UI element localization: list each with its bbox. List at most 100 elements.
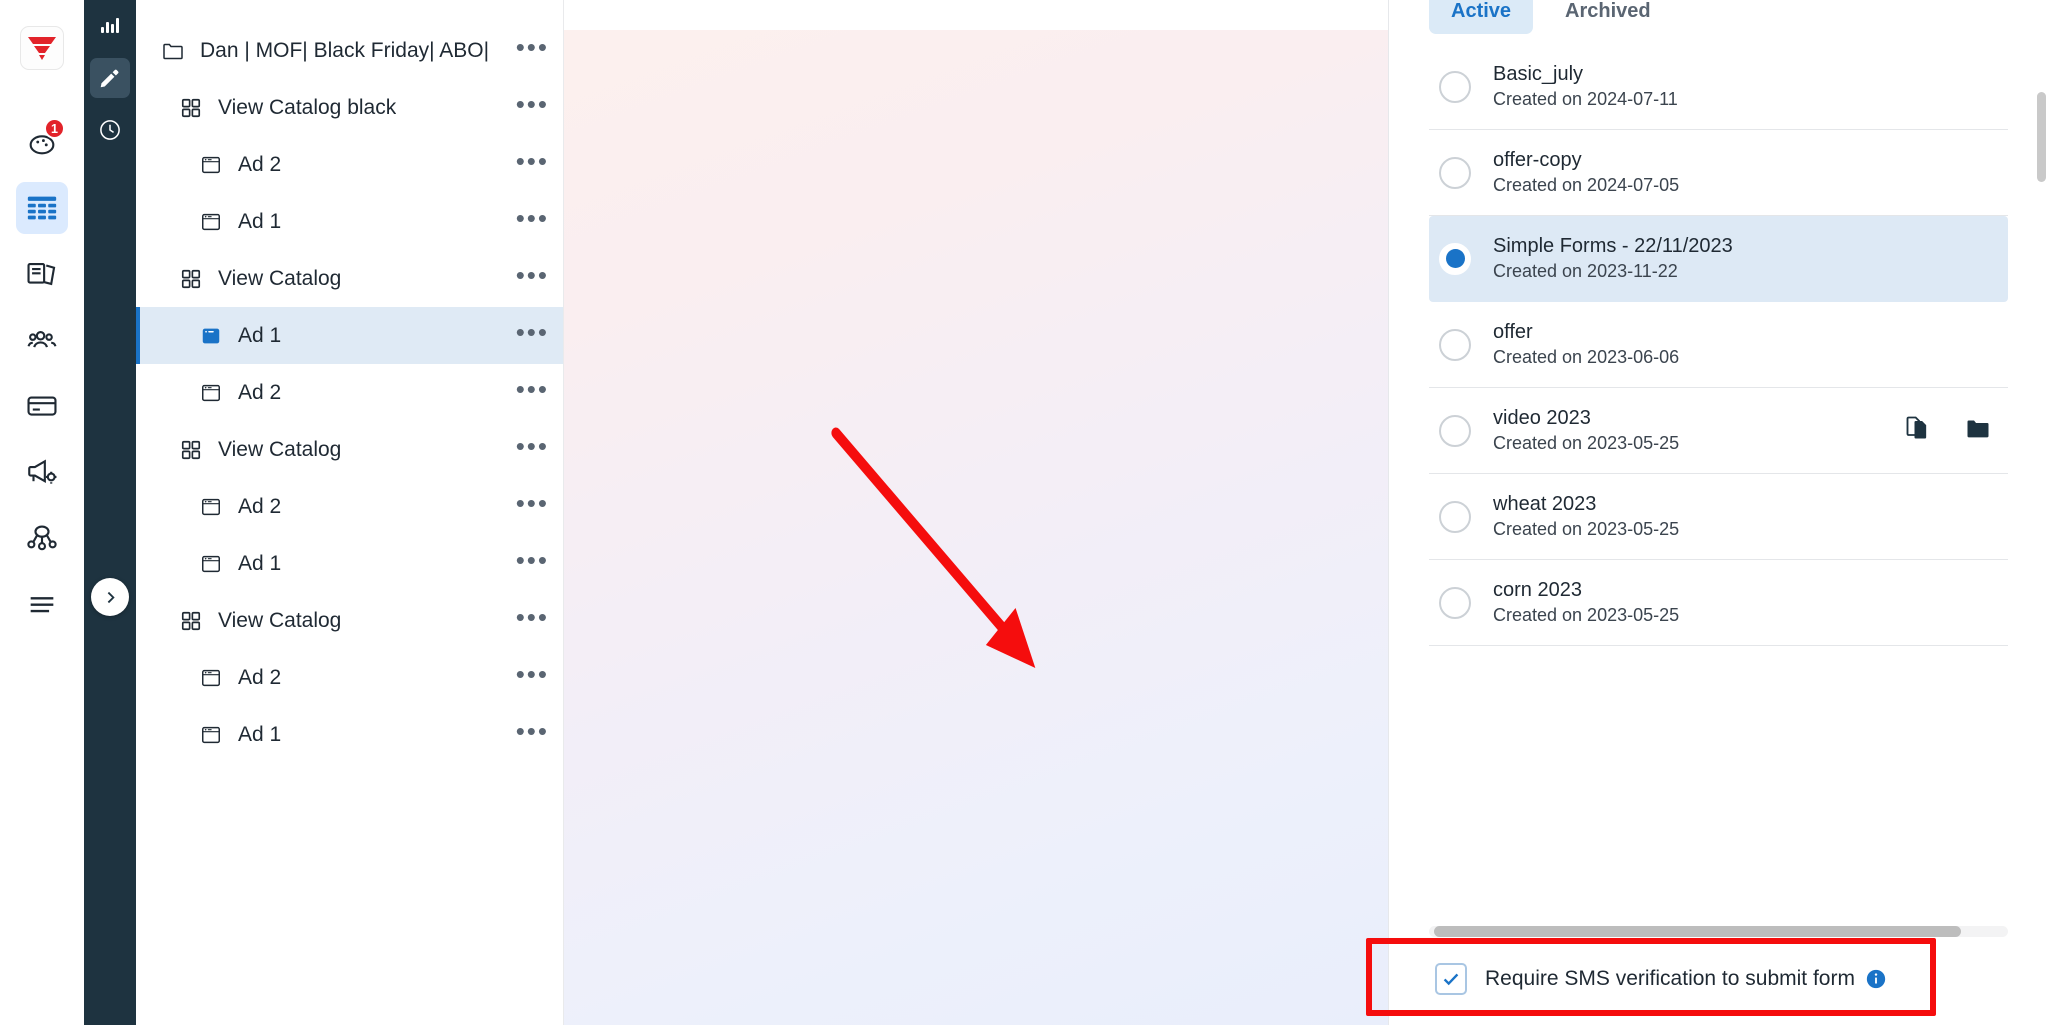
form-list-item[interactable]: offer-copy Created on 2024-07-05 — [1429, 130, 2008, 216]
tree-row-view-catalog[interactable]: View Catalog ••• — [136, 250, 563, 307]
tree-row-menu-button[interactable]: ••• — [516, 91, 549, 117]
tree-row-ad-1[interactable]: Ad 1 ••• — [136, 193, 563, 250]
clock-history-icon — [100, 120, 120, 140]
form-radio-button[interactable] — [1439, 328, 1471, 361]
stats-bars-icon — [101, 18, 119, 33]
sidebar-item-pages[interactable] — [16, 248, 68, 300]
checkmark-icon — [1443, 973, 1459, 986]
tree-row-label: View Catalog — [218, 608, 342, 632]
sidebar-item-contacts[interactable] — [16, 314, 68, 366]
form-radio-button[interactable] — [1439, 414, 1471, 447]
notification-badge: 1 — [44, 118, 65, 139]
tree-row-ad-2[interactable]: Ad 2 ••• — [136, 364, 563, 421]
tree-row-menu-button[interactable]: ••• — [516, 718, 549, 744]
sidebar-item-palette[interactable]: 1 — [16, 116, 68, 168]
tree-row-menu-button[interactable]: ••• — [516, 262, 549, 288]
tree-row-view-catalog-black[interactable]: View Catalog black ••• — [136, 79, 563, 136]
tree-row-label: Ad 1 — [238, 323, 282, 347]
form-radio-button[interactable] — [1439, 156, 1471, 189]
dark-rail-item-edit[interactable] — [90, 58, 130, 98]
form-list-item[interactable]: corn 2023 Created on 2023-05-25 — [1429, 560, 2008, 646]
grid-squares-icon — [181, 440, 201, 459]
dark-rail-item-history[interactable] — [90, 110, 130, 150]
sidebar-item-campaigns[interactable] — [16, 446, 68, 498]
window-icon — [198, 667, 224, 689]
form-radio-button[interactable] — [1439, 500, 1471, 533]
forms-side-panel: Active Archived Basic_july Created on 2024… — [1388, 0, 2048, 1025]
duplicate-form-button[interactable] — [1904, 414, 1932, 447]
form-list-item[interactable]: wheat 2023 Created on 2023-05-25 — [1429, 474, 2008, 560]
tree-row-menu-button[interactable]: ••• — [516, 205, 549, 231]
form-radio-button[interactable] — [1439, 242, 1471, 275]
tree-row-menu-button[interactable]: ••• — [516, 376, 549, 402]
form-item-created-date: Created on 2023-06-06 — [1493, 347, 1680, 367]
move-to-folder-button[interactable] — [1964, 414, 1992, 447]
tree-row-label: Ad 2 — [238, 152, 282, 176]
tree-row-label: Dan | MOF| Black Friday| ABO| — [200, 38, 490, 62]
app-logo[interactable] — [20, 26, 64, 70]
require-sms-checkbox[interactable] — [1435, 963, 1467, 995]
tree-row-ad-1[interactable]: Ad 1 ••• — [136, 307, 563, 364]
sidebar-item-payments[interactable] — [16, 380, 68, 432]
info-circle-icon[interactable] — [1865, 968, 1887, 990]
grid-squares-icon — [181, 269, 201, 288]
sidebar-item-more[interactable] — [16, 578, 68, 630]
form-item-title: wheat 2023 — [1493, 493, 1597, 515]
funnel-logo-icon — [28, 37, 56, 60]
tree-row-menu-button[interactable]: ••• — [516, 34, 549, 60]
tree-row-menu-button[interactable]: ••• — [516, 604, 549, 630]
form-radio-button[interactable] — [1439, 70, 1471, 103]
grid-squares-icon — [178, 610, 204, 632]
tree-row-menu-button[interactable]: ••• — [516, 148, 549, 174]
tree-row-ad-2[interactable]: Ad 2 ••• — [136, 136, 563, 193]
tree-row-menu-button[interactable]: ••• — [516, 661, 549, 687]
tree-row-ad-1[interactable]: Ad 1 ••• — [136, 535, 563, 592]
tree-row-label: Ad 2 — [238, 665, 282, 689]
form-list-item[interactable]: video 2023 Created on 2023-05-25 — [1429, 388, 2008, 474]
form-list-item[interactable]: Basic_july Created on 2024-07-11 — [1429, 44, 2008, 130]
tree-row-ad-1[interactable]: Ad 1 ••• — [136, 706, 563, 763]
form-item-created-date: Created on 2023-11-22 — [1493, 261, 1678, 281]
form-radio-button[interactable] — [1439, 586, 1471, 619]
form-item-text: Simple Forms - 22/11/2023 Created on 2023… — [1493, 235, 1733, 282]
page-vertical-scrollbar[interactable] — [2037, 92, 2046, 182]
window-icon — [198, 553, 224, 575]
tree-row-menu-button[interactable]: ••• — [516, 319, 549, 345]
megaphone-settings-icon — [28, 459, 57, 484]
grid-squares-icon — [181, 611, 201, 630]
duplicate-icon[interactable] — [1904, 414, 1932, 442]
tree-row-dan-mof-black-friday-abo[interactable]: Dan | MOF| Black Friday| ABO| ••• — [136, 22, 563, 79]
tree-row-view-catalog[interactable]: View Catalog ••• — [136, 592, 563, 649]
folder-icon[interactable] — [1964, 414, 1992, 442]
form-list-item[interactable]: offer Created on 2023-06-06 — [1429, 302, 2008, 388]
tree-row-menu-button[interactable]: ••• — [516, 433, 549, 459]
folder-icon — [163, 43, 183, 59]
form-item-created-date: Created on 2024-07-11 — [1493, 89, 1678, 109]
tab-active[interactable]: Active — [1429, 0, 1534, 34]
chevron-right-icon — [107, 591, 115, 603]
form-list-item[interactable]: Simple Forms - 22/11/2023 Created on 2023… — [1429, 216, 2008, 302]
dark-rail-item-stats[interactable] — [90, 6, 130, 46]
forms-horizontal-scroll-area — [1389, 926, 2048, 937]
window-icon — [198, 496, 224, 518]
sidebar-item-tables[interactable] — [16, 182, 68, 234]
horizontal-scrollbar-thumb[interactable] — [1434, 926, 1961, 937]
tree-row-view-catalog[interactable]: View Catalog ••• — [136, 421, 563, 478]
tree-row-ad-2[interactable]: Ad 2 ••• — [136, 649, 563, 706]
tree-row-label: View Catalog — [218, 437, 342, 461]
horizontal-scrollbar-track[interactable] — [1429, 926, 2008, 937]
grid-squares-icon — [178, 97, 204, 119]
window-icon — [202, 384, 220, 401]
tree-row-menu-button[interactable]: ••• — [516, 547, 549, 573]
automation-nodes-icon — [27, 525, 57, 551]
form-item-created-date: Created on 2024-07-05 — [1493, 175, 1680, 195]
tab-archived[interactable]: Archived — [1543, 0, 1673, 34]
window-icon — [198, 724, 224, 746]
tree-row-ad-2[interactable]: Ad 2 ••• — [136, 478, 563, 535]
tree-row-menu-button[interactable]: ••• — [516, 490, 549, 516]
window-icon — [198, 154, 224, 176]
expand-panel-button[interactable] — [91, 578, 129, 616]
form-item-created-date: Created on 2023-05-25 — [1493, 519, 1680, 539]
sidebar-item-automations[interactable] — [16, 512, 68, 564]
form-item-title: offer-copy — [1493, 149, 1582, 171]
